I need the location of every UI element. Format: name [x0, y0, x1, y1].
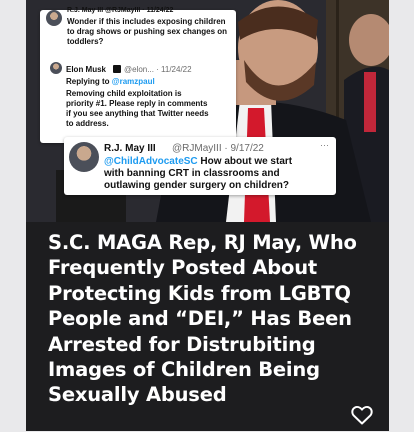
tweet-text-line: @ChildAdvocateSC How about we start [104, 156, 293, 167]
reply-handle: @elon... · 11/24/22 [124, 65, 192, 74]
reply-text-line: Removing child exploitation is [66, 89, 182, 98]
more-dots-icon[interactable]: ··· [320, 140, 329, 150]
reply-text-line: to address. [66, 119, 109, 128]
tweet-text-line: outlawing gender surgery on children? [104, 180, 290, 191]
post-card: R.J. May III @RJMayIII · 11/24/22 Wonder… [26, 0, 389, 431]
headline: S.C. MAGA Rep, RJ May, Who Frequently Po… [48, 230, 378, 408]
reply-text-line: if you see anything that Twitter needs [66, 109, 209, 118]
news-photo: R.J. May III @RJMayIII · 11/24/22 Wonder… [26, 0, 389, 222]
tweet-text-line: toddlers? [67, 37, 104, 46]
headline-line: Arrested for Distrubiting [48, 332, 316, 356]
tweet-author: R.J. May III [104, 143, 156, 154]
replying-to: Replying to @ramzpaul [66, 77, 155, 86]
headline-line: Protecting Kids from LGBTQ [48, 281, 351, 305]
verified-badge-icon [113, 65, 121, 73]
avatar [69, 142, 99, 172]
reply-text-line: priority #1. Please reply in comments [66, 99, 208, 108]
tweet-text-line: to drag shows or pushing sex changes on [67, 27, 228, 36]
tweet-text-line: Wonder if this includes exposing childre… [67, 17, 226, 26]
headline-line: Images of Children Being [48, 358, 320, 382]
avatar [50, 62, 62, 74]
tweet-partial-header: R.J. May III @RJMayIII · 11/24/22 [67, 7, 174, 14]
headline-line: Frequently Posted About [48, 256, 318, 280]
reply-author: Elon Musk [66, 65, 107, 74]
embedded-tweet-top: R.J. May III @RJMayIII · 11/24/22 Wonder… [40, 7, 236, 143]
tweet-handle-date: @RJMayIII · 9/17/22 [172, 143, 264, 154]
avatar [46, 10, 62, 26]
headline-line: People and “DEI,” Has Been [48, 307, 352, 331]
headline-line: S.C. MAGA Rep, RJ May, Who [48, 231, 357, 254]
tweet-text-line: with banning CRT in classrooms and [104, 168, 280, 179]
embedded-tweet-bottom: R.J. May III @RJMayIII · 9/17/22 ··· @Ch… [64, 137, 336, 195]
headline-line: Sexually Abused [48, 383, 227, 407]
heart-icon[interactable] [350, 403, 374, 427]
